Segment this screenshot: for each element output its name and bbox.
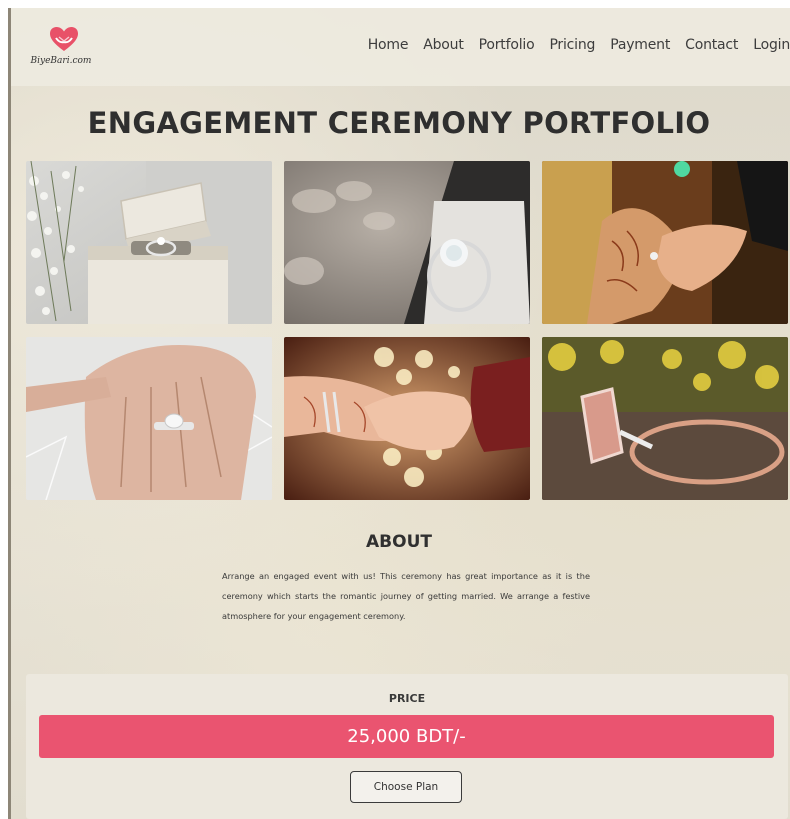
portfolio-gallery [26,161,788,501]
page-title: ENGAGEMENT CEREMONY PORTFOLIO [87,106,711,140]
nav-about[interactable]: About [423,37,464,53]
navbar: BiyeBari.com Home About Portfolio Pricin… [11,8,790,86]
about-title: ABOUT [366,532,432,552]
rose-gold-ring-photo[interactable] [542,337,788,500]
price-label: PRICE [388,692,426,705]
main-nav: Home About Portfolio Pricing Payment Con… [368,37,790,53]
price-value: 25,000 BDT/- [347,726,466,747]
nav-payment[interactable]: Payment [610,37,670,53]
nav-contact[interactable]: Contact [685,37,738,53]
nav-pricing[interactable]: Pricing [549,37,595,53]
about-text: Arrange an engaged event with us! This c… [222,571,590,621]
price-card: PRICE 25,000 BDT/- Choose Plan [26,674,788,819]
diamond-ring-photo[interactable] [284,161,530,324]
holding-hands-photo[interactable] [284,337,530,500]
logo-text: BiyeBari.com [30,56,92,66]
heart-logo-icon [50,27,78,51]
henna-hands-photo[interactable] [542,161,788,324]
site-logo[interactable]: BiyeBari.com [27,22,95,70]
hand-with-ring-photo[interactable] [26,337,272,500]
nav-home[interactable]: Home [368,37,409,53]
nav-login[interactable]: Login [753,37,790,53]
price-bar: 25,000 BDT/- [39,715,774,758]
nav-portfolio[interactable]: Portfolio [479,37,535,53]
choose-plan-button[interactable]: Choose Plan [350,771,462,803]
ring-box-photo[interactable] [26,161,272,324]
page-frame: BiyeBari.com Home About Portfolio Pricin… [8,8,790,819]
